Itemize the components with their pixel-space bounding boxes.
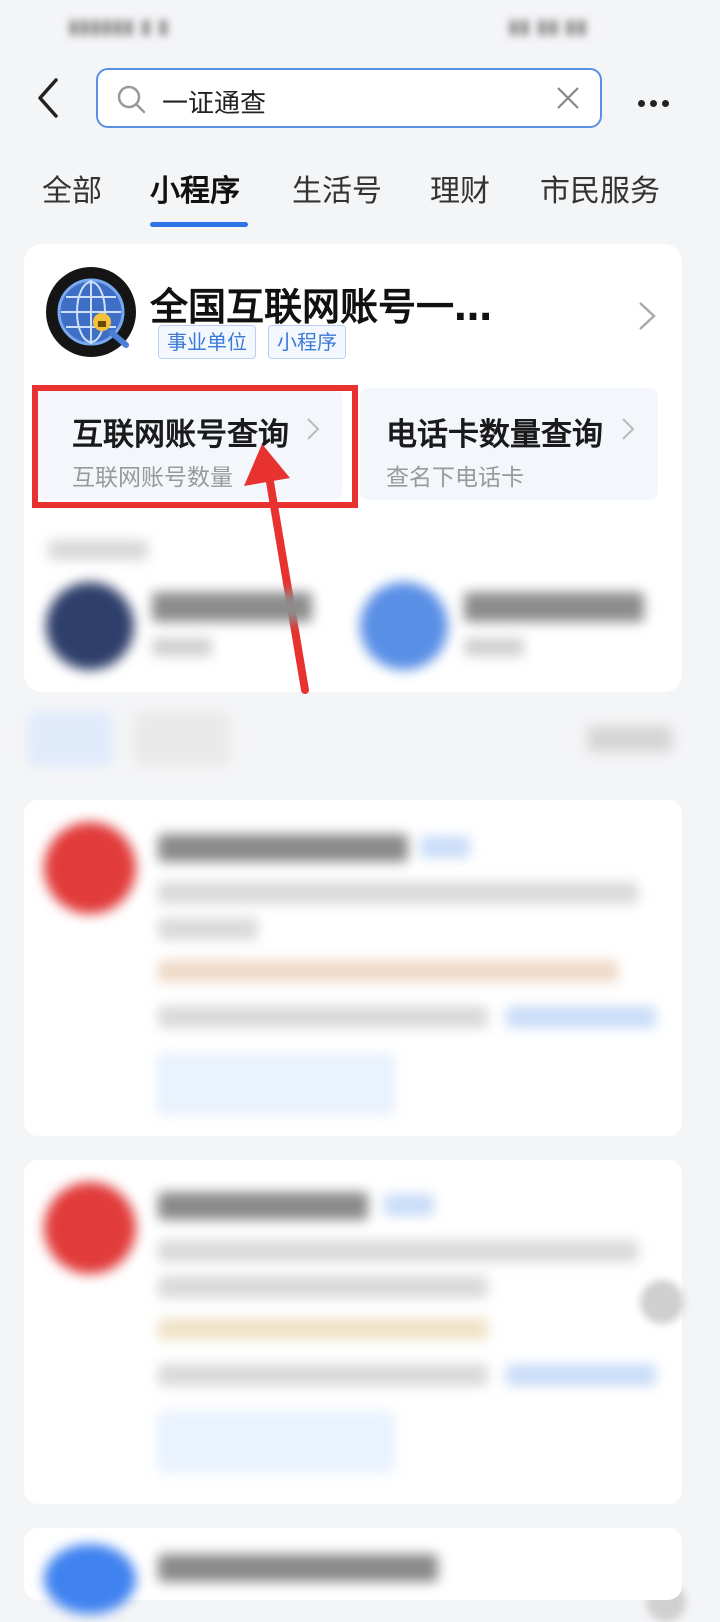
blurred-result-title <box>158 1192 368 1220</box>
blurred-result-company <box>158 1364 488 1386</box>
blurred-result-tags <box>158 1318 488 1340</box>
mini-program-title[interactable]: 全国互联网账号一… <box>150 276 492 331</box>
blurred-result-desc <box>158 1276 488 1298</box>
tab-citizen-services[interactable]: 市民服务 <box>540 166 660 210</box>
blurred-account-name <box>464 592 644 622</box>
tag-public-institution: 事业单位 <box>158 325 256 359</box>
blurred-result-badge <box>384 1194 434 1216</box>
tab-life-account[interactable]: 生活号 <box>292 166 382 210</box>
active-tab-indicator <box>150 222 248 227</box>
chevron-right-icon[interactable] <box>636 300 658 332</box>
search-bar[interactable]: 一证通查 <box>96 68 602 128</box>
blurred-result-title <box>158 834 408 862</box>
globe-lock-logo-icon[interactable] <box>46 267 136 357</box>
blurred-account-avatar <box>360 582 448 670</box>
blurred-result-desc <box>158 918 258 940</box>
tab-mini-program[interactable]: 小程序 <box>150 166 240 210</box>
blurred-result-desc <box>158 1240 638 1262</box>
status-bar: ▮▮▮▮▮▮ ▮ ▮ ▮▮ ▮▮:▮▮ <box>68 14 588 38</box>
blurred-result-tags <box>158 960 618 982</box>
blurred-result-button <box>156 1410 396 1474</box>
blurred-result-button <box>156 1052 396 1116</box>
service-2-subtitle: 查名下电话卡 <box>386 465 524 491</box>
floating-helper-icon[interactable] <box>640 1280 684 1324</box>
service-2-title: 电话卡数量查询 <box>386 417 603 453</box>
blurred-account-type <box>464 638 524 656</box>
search-input[interactable]: 一证通查 <box>162 83 266 120</box>
blurred-filter-more <box>588 726 672 752</box>
blurred-filter-chip <box>28 712 112 766</box>
blurred-result-users <box>506 1006 656 1028</box>
blurred-result-desc <box>158 882 638 904</box>
blurred-filter-chip <box>134 712 230 766</box>
blurred-result-users <box>506 1364 656 1386</box>
tab-finance[interactable]: 理财 <box>430 166 490 210</box>
highlight-box <box>32 385 358 508</box>
blurred-result-logo <box>44 1182 136 1274</box>
more-icon[interactable] <box>638 92 674 107</box>
blurred-account-name <box>152 592 312 622</box>
blurred-result-logo <box>44 822 136 914</box>
tab-all[interactable]: 全部 <box>42 166 102 210</box>
blurred-result-badge <box>420 836 470 858</box>
clear-icon[interactable] <box>556 86 580 110</box>
tag-mini-program: 小程序 <box>268 325 346 359</box>
blurred-account-type <box>152 638 212 656</box>
blurred-section-label <box>48 540 148 560</box>
blurred-result-company <box>158 1006 488 1028</box>
blurred-result-title <box>158 1554 438 1582</box>
blurred-result-logo <box>44 1544 136 1614</box>
back-arrow-icon[interactable] <box>30 76 70 120</box>
search-icon <box>116 84 146 114</box>
blurred-account-avatar <box>46 582 134 670</box>
chevron-right-icon <box>620 416 636 442</box>
